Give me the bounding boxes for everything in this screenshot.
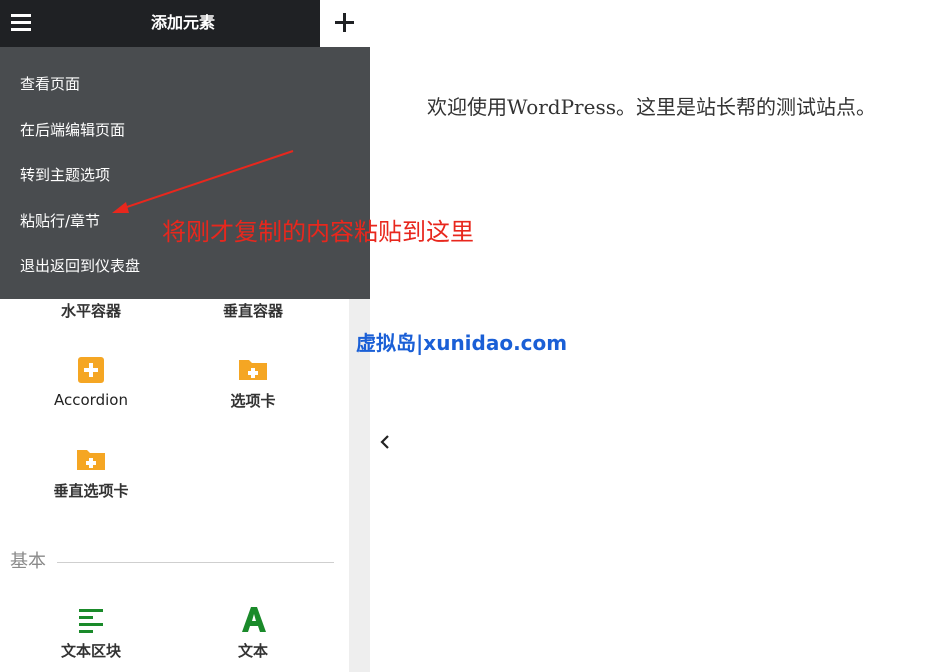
letter-a-icon (242, 607, 266, 632)
menu-item-edit-backend[interactable]: 在后端编辑页面 (20, 119, 125, 140)
hamburger-icon (11, 28, 31, 31)
dropdown-menu: 查看页面 在后端编辑页面 转到主题选项 粘贴行/章节 退出返回到仪表盘 (0, 47, 370, 299)
widget-label: 文本 (237, 642, 268, 660)
hamburger-icon (11, 14, 31, 17)
watermark: 虚拟岛|xunidao.com (356, 331, 568, 355)
collapse-panel-button[interactable] (370, 404, 400, 480)
welcome-text: 欢迎使用WordPress。这里是站长帮的测试站点。 (427, 95, 876, 119)
widget-label: Accordion (54, 391, 128, 409)
annotation-text: 将刚才复制的内容粘贴到这里 (162, 218, 474, 246)
text-lines-icon (79, 609, 103, 633)
panel-header: 添加元素 (0, 0, 370, 47)
folder-plus-icon (239, 360, 267, 380)
folder-plus-icon (77, 450, 105, 470)
widget-vertical-container[interactable]: 垂直容器 (173, 300, 333, 321)
menu-item-paste-row[interactable]: 粘贴行/章节 (20, 210, 100, 231)
menu-item-view-page[interactable]: 查看页面 (20, 73, 80, 94)
widget-label: 垂直选项卡 (53, 482, 129, 500)
menu-button[interactable] (0, 0, 46, 47)
hamburger-icon (11, 21, 31, 24)
widget-label: 水平容器 (60, 302, 121, 320)
widget-label: 选项卡 (230, 392, 276, 410)
widget-horizontal-container[interactable]: 水平容器 (11, 300, 171, 321)
menu-item-exit-dashboard[interactable]: 退出返回到仪表盘 (20, 255, 140, 276)
menu-item-theme-options[interactable]: 转到主题选项 (20, 164, 110, 185)
section-heading-basic: 基本 (10, 551, 46, 572)
plus-box-icon (78, 357, 104, 383)
plus-icon (343, 13, 346, 32)
add-element-button[interactable] (320, 0, 370, 47)
chevron-left-icon (380, 435, 389, 449)
widget-label: 文本区块 (60, 642, 121, 660)
divider (57, 562, 334, 563)
widget-label: 垂直容器 (222, 302, 283, 320)
panel-title: 添加元素 (150, 13, 215, 32)
